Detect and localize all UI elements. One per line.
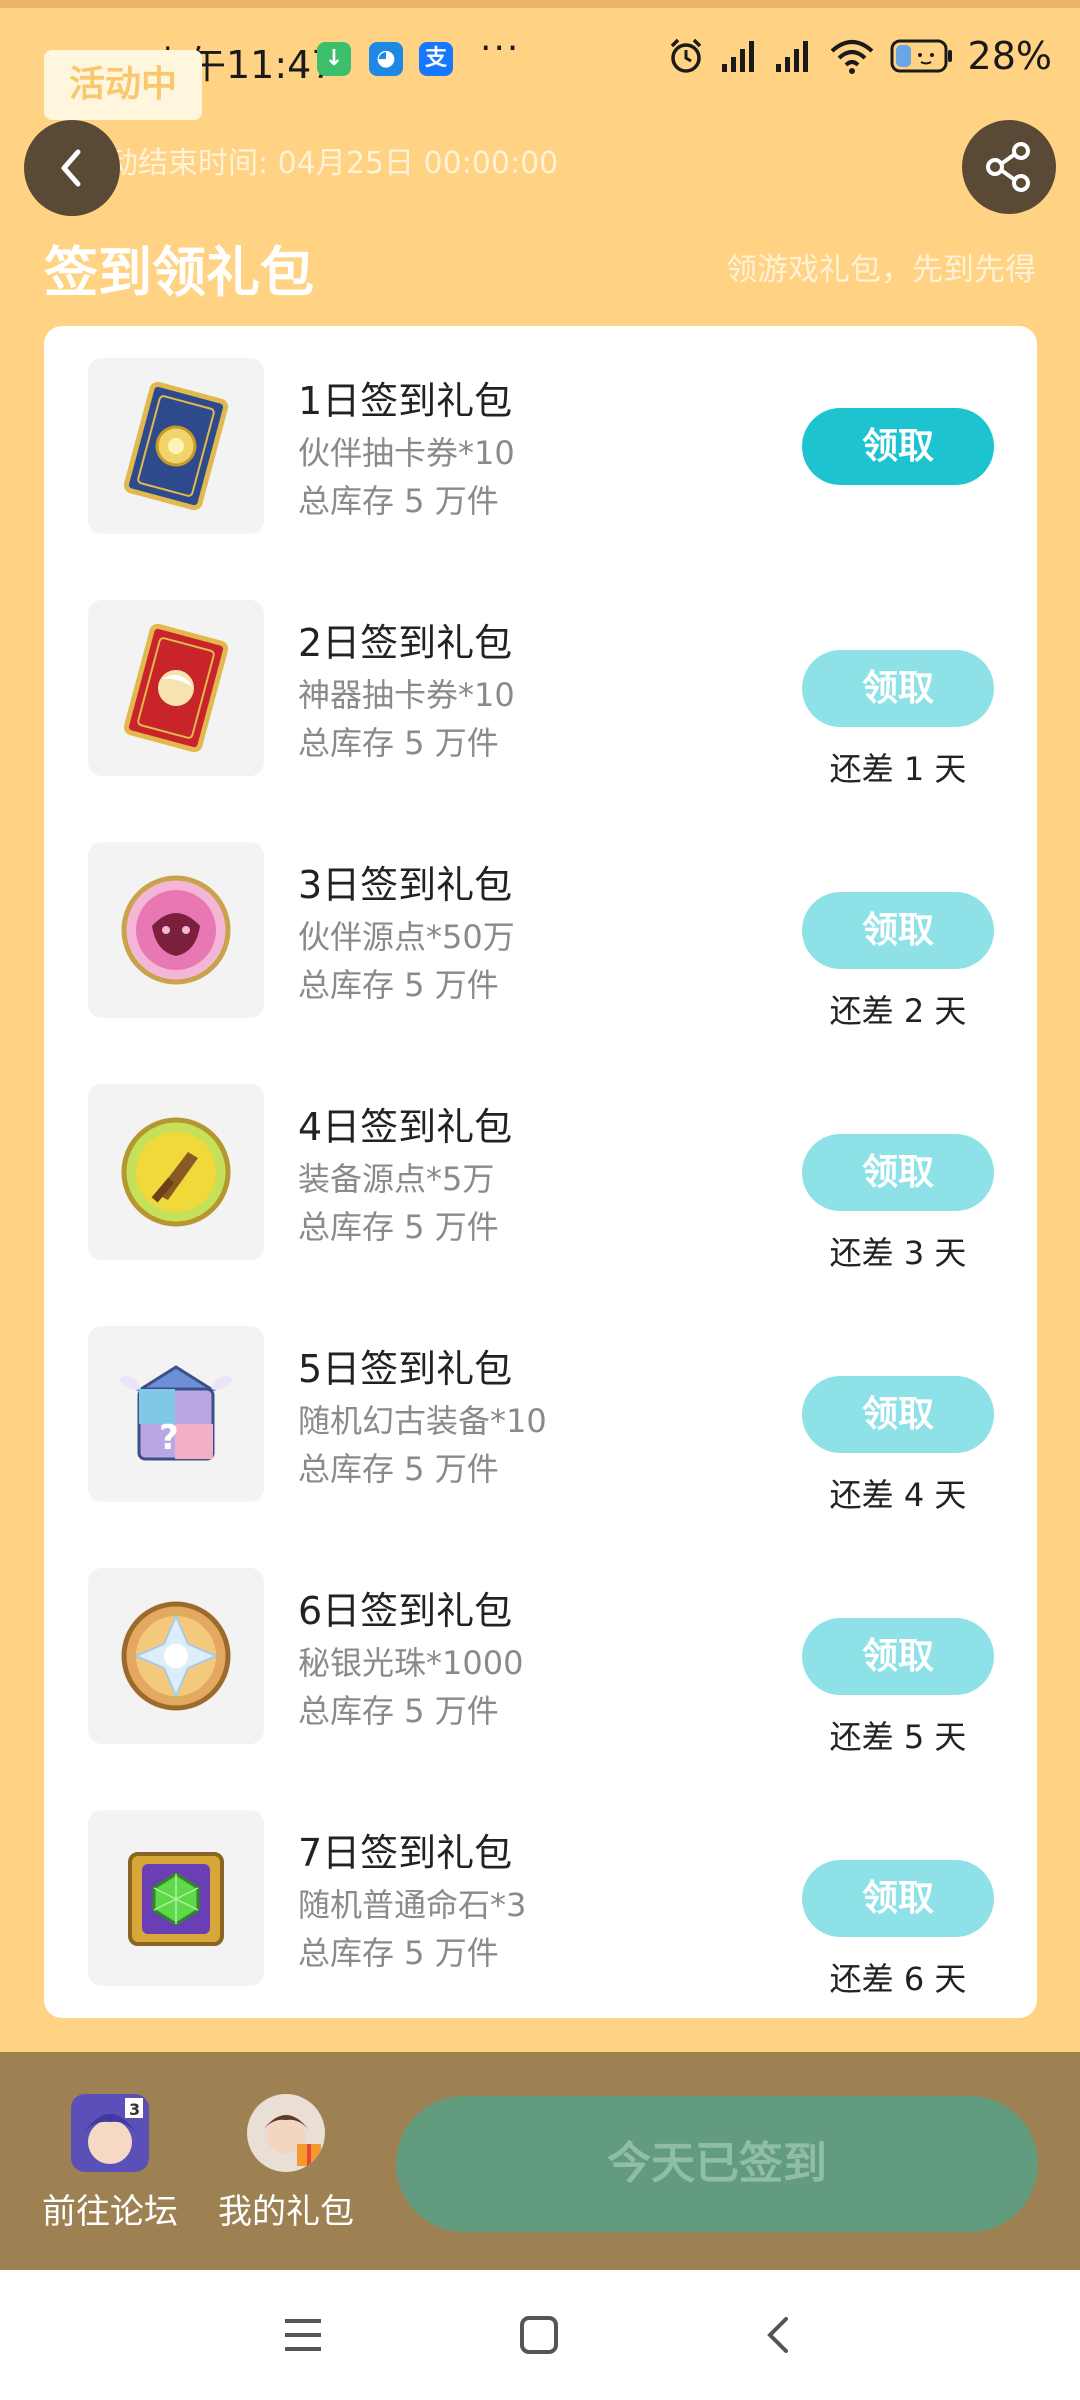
system-navigation-bar xyxy=(0,2270,1080,2400)
gift-thumbnail xyxy=(88,1084,264,1260)
gift-thumbnail xyxy=(88,1568,264,1744)
chevron-left-icon xyxy=(61,149,81,187)
my-gifts-avatar-icon xyxy=(247,2094,325,2172)
days-remaining: 还差 2 天 xyxy=(829,992,967,1030)
claim-button[interactable]: 领取 xyxy=(802,892,994,969)
days-remaining: 还差 1 天 xyxy=(829,750,967,788)
share-icon xyxy=(986,142,1030,192)
gift-content: 伙伴源点*50万 xyxy=(298,918,515,956)
gift-title: 4日签到礼包 xyxy=(298,1105,513,1149)
list-item: 7日签到礼包 随机普通命石*3 总库存 5 万件 领取 还差 6 天 xyxy=(44,1778,1037,2020)
gift-title: 2日签到礼包 xyxy=(298,621,513,665)
gift-title: 3日签到礼包 xyxy=(298,863,513,907)
gift-thumbnail xyxy=(88,842,264,1018)
list-item: 3日签到礼包 伙伴源点*50万 总库存 5 万件 领取 还差 2 天 xyxy=(44,810,1037,1052)
claim-button[interactable]: 领取 xyxy=(802,1376,994,1453)
forum-avatar-icon: 3 xyxy=(71,2094,149,2172)
list-item: 4日签到礼包 装备源点*5万 总库存 5 万件 领取 还差 3 天 xyxy=(44,1052,1037,1294)
menu-nav-button[interactable] xyxy=(278,2310,328,2360)
more-notifications-icon: ··· xyxy=(480,28,521,69)
gift-stock: 总库存 5 万件 xyxy=(298,1208,499,1246)
svg-text:3: 3 xyxy=(129,2100,140,2119)
gift-thumbnail xyxy=(88,600,264,776)
gift-thumbnail xyxy=(88,358,264,534)
claim-button[interactable]: 领取 xyxy=(802,1618,994,1695)
mystery-chest-icon: ? xyxy=(119,1365,233,1461)
activity-status-badge: 活动中 xyxy=(44,50,202,120)
alipay-notification-icon: 支 xyxy=(419,42,453,76)
claim-button[interactable]: 领取 xyxy=(802,408,994,485)
gift-title: 1日签到礼包 xyxy=(298,379,513,423)
claim-button[interactable]: 领取 xyxy=(802,1134,994,1211)
gift-content: 秘银光珠*1000 xyxy=(298,1644,524,1682)
svg-text:?: ? xyxy=(159,1418,179,1458)
back-button[interactable] xyxy=(24,120,120,216)
partner-card-icon xyxy=(123,381,229,511)
gift-thumbnail xyxy=(88,1810,264,1986)
list-item: 1日签到礼包 伙伴抽卡券*10 总库存 5 万件 领取 xyxy=(44,326,1037,568)
list-item: 6日签到礼包 秘银光珠*1000 总库存 5 万件 领取 还差 5 天 xyxy=(44,1536,1037,1778)
signal-2-icon xyxy=(775,41,808,72)
list-item: 2日签到礼包 神器抽卡券*10 总库存 5 万件 领取 还差 1 天 xyxy=(44,568,1037,810)
battery-saver-icon xyxy=(890,39,952,73)
page-title: 签到领礼包 xyxy=(44,241,314,304)
claim-button[interactable]: 领取 xyxy=(802,650,994,727)
list-item: ? 5日签到礼包 随机幻古装备*10 总库存 5 万件 领取 还差 4 天 xyxy=(44,1294,1037,1536)
gift-content: 伙伴抽卡券*10 xyxy=(298,434,515,472)
gift-content: 随机幻古装备*10 xyxy=(298,1402,547,1440)
forum-link[interactable]: 3 前往论坛 xyxy=(40,2094,180,2233)
gift-content: 神器抽卡券*10 xyxy=(298,676,515,714)
signal-1-icon xyxy=(721,41,754,72)
gift-stock: 总库存 5 万件 xyxy=(298,1934,499,1972)
gift-content: 装备源点*5万 xyxy=(298,1160,495,1198)
home-nav-button[interactable] xyxy=(514,2310,564,2360)
back-nav-button[interactable] xyxy=(752,2310,802,2360)
my-gifts-label: 我的礼包 xyxy=(218,2192,354,2232)
artifact-card-icon xyxy=(123,623,229,753)
gift-title: 6日签到礼包 xyxy=(298,1589,513,1633)
gift-content: 随机普通命石*3 xyxy=(298,1886,527,1924)
days-remaining: 还差 4 天 xyxy=(829,1476,967,1514)
page-subtitle: 领游戏礼包，先到先得 xyxy=(726,252,1036,288)
menu-icon xyxy=(285,2319,321,2351)
gift-title: 7日签到礼包 xyxy=(298,1831,513,1875)
claim-button[interactable]: 领取 xyxy=(802,1860,994,1937)
qq-notification-icon: ◕ xyxy=(369,42,403,76)
share-button[interactable] xyxy=(962,120,1056,214)
wifi-icon xyxy=(830,40,873,74)
gift-stock: 总库存 5 万件 xyxy=(298,482,499,520)
partner-orb-icon xyxy=(121,875,231,985)
equipment-orb-icon xyxy=(121,1117,231,1227)
days-remaining: 还差 3 天 xyxy=(829,1234,967,1272)
gift-stock: 总库存 5 万件 xyxy=(298,1450,499,1488)
gift-list: 1日签到礼包 伙伴抽卡券*10 总库存 5 万件 领取 2日签到礼包 神器抽卡券… xyxy=(44,326,1037,2018)
gift-title: 5日签到礼包 xyxy=(298,1347,513,1391)
my-gifts-link[interactable]: 我的礼包 xyxy=(216,2094,356,2233)
activity-end-time: 活动结束时间: 04月25日 00:00:00 xyxy=(78,146,559,181)
bottom-action-bar: 3 前往论坛 我的礼包 今天已签到 xyxy=(0,2052,1080,2270)
gift-stock: 总库存 5 万件 xyxy=(298,966,499,1004)
gift-stock: 总库存 5 万件 xyxy=(298,724,499,762)
home-square-icon xyxy=(520,2316,558,2354)
gift-stock: 总库存 5 万件 xyxy=(298,1692,499,1730)
battery-percentage: 28% xyxy=(967,34,1052,78)
alarm-icon xyxy=(670,38,701,73)
mithril-orb-icon xyxy=(121,1601,231,1711)
download-notification-icon: ↓ xyxy=(317,42,351,76)
back-triangle-icon xyxy=(767,2317,788,2353)
forum-label: 前往论坛 xyxy=(42,2192,178,2232)
days-remaining: 还差 6 天 xyxy=(829,1960,967,1998)
signed-in-today-button[interactable]: 今天已签到 xyxy=(396,2096,1038,2232)
days-remaining: 还差 5 天 xyxy=(829,1718,967,1756)
gift-thumbnail: ? xyxy=(88,1326,264,1502)
gem-chest-icon xyxy=(128,1852,224,1946)
